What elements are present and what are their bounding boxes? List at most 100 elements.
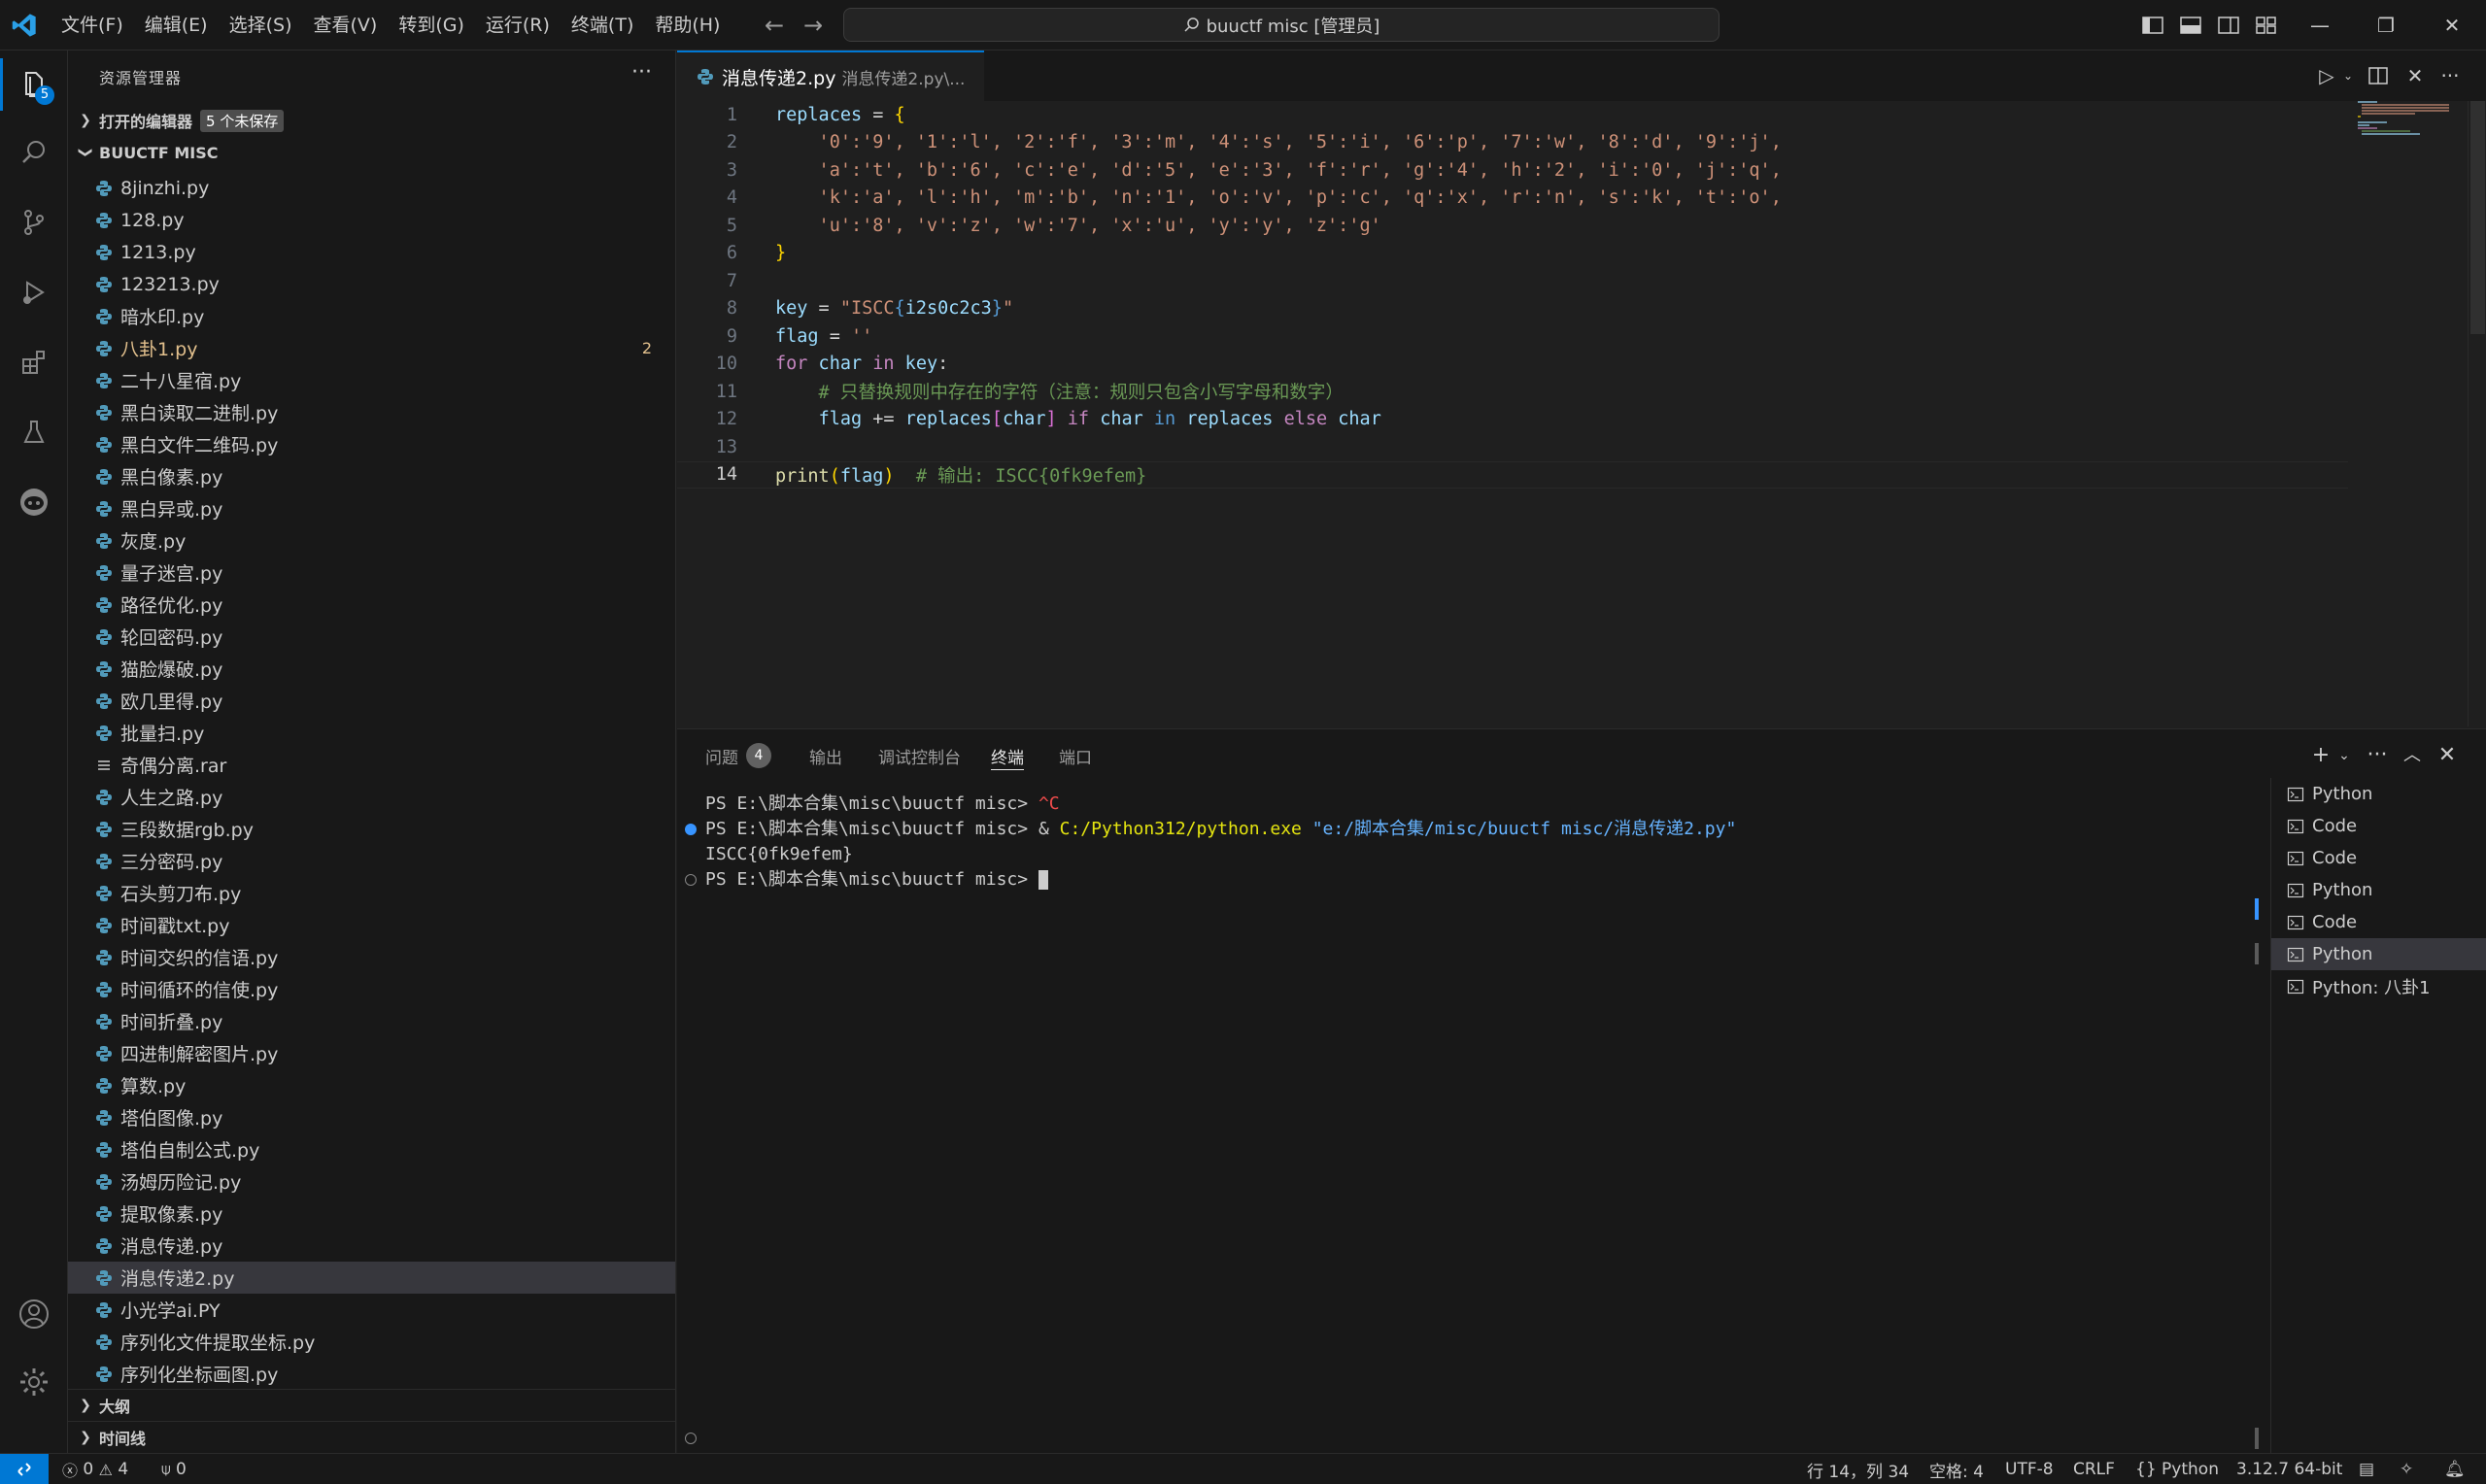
terminal-instance[interactable]: Code [2271,842,2486,874]
back-arrow-icon[interactable]: ← [762,13,787,38]
outline-header[interactable]: ❯ 大纲 [68,1389,675,1420]
file-item[interactable]: 人生之路.py [68,781,675,813]
file-item[interactable]: 消息传递2.py [68,1262,675,1294]
file-item[interactable]: 黑白读取二进制.py [68,396,675,428]
tab-output[interactable]: 输出 [809,729,842,782]
close-tab-icon[interactable]: ✕ [2402,63,2428,88]
file-item[interactable]: 1213.py [68,236,675,268]
terminal-instance[interactable]: Code [2271,906,2486,938]
python-env-icon[interactable]: ▤ [2359,1454,2374,1484]
extensions-button[interactable] [0,328,68,396]
command-decoration-empty[interactable] [685,1433,697,1444]
run-debug-button[interactable] [0,258,68,326]
terminal-instance[interactable]: Python [2271,938,2486,970]
close-window-button[interactable]: ✕ [2425,0,2479,51]
split-editor-icon[interactable] [2366,63,2391,88]
explorer-button[interactable]: 5 [0,51,68,118]
file-item[interactable]: 四进制解密图片.py [68,1037,675,1069]
source-control-button[interactable] [0,188,68,256]
editor-scrollbar[interactable] [2468,101,2486,726]
terminal-dropdown-icon[interactable]: ⌄ [2333,744,2356,767]
close-panel-icon[interactable]: ✕ [2435,744,2459,767]
file-item[interactable]: 奇偶分离.rar [68,749,675,781]
tab-ports[interactable]: 端口 [1059,729,1092,782]
terminal-instance[interactable]: Code [2271,810,2486,842]
file-item[interactable]: 批量扫.py [68,717,675,749]
file-item[interactable]: 轮回密码.py [68,621,675,653]
file-item[interactable]: 欧几里得.py [68,685,675,717]
accounts-button[interactable] [0,1280,68,1348]
tab-problems[interactable]: 问题 4 [705,729,771,782]
file-item[interactable]: 二十八星宿.py [68,364,675,396]
menu-go[interactable]: 转到(G) [388,0,475,51]
file-item[interactable]: 8jinzhi.py [68,172,675,204]
tab-debug-console[interactable]: 调试控制台 [878,729,961,782]
encoding[interactable]: UTF-8 [2005,1454,2054,1484]
file-item[interactable]: 三段数据rgb.py [68,813,675,845]
file-item[interactable]: 黑白文件二维码.py [68,428,675,460]
menu-view[interactable]: 查看(V) [303,0,389,51]
file-item[interactable]: 石头剪刀布.py [68,877,675,909]
toggle-primary-sidebar-icon[interactable] [2140,13,2165,38]
command-decoration-success[interactable] [685,824,697,835]
menu-run[interactable]: 运行(R) [475,0,561,51]
menu-edit[interactable]: 编辑(E) [134,0,219,51]
editor-more-icon[interactable]: ··· [2437,63,2463,88]
file-item[interactable]: 123213.py [68,268,675,300]
terminal-instance[interactable]: Python [2271,874,2486,906]
file-item[interactable]: 128.py [68,204,675,236]
run-dropdown-icon[interactable]: ⌄ [2335,63,2361,88]
testing-button[interactable] [0,398,68,466]
problems-status[interactable]: ⓧ 0 ⚠ 4 [62,1454,128,1484]
file-item[interactable]: 算数.py [68,1069,675,1101]
file-item[interactable]: 序列化文件提取坐标.py [68,1326,675,1358]
terminal-instance[interactable]: Python: 八卦1 [2271,970,2486,1002]
tab-active-file[interactable]: 消息传递2.py 消息传递2.py\... [677,51,985,101]
customize-layout-icon[interactable] [2254,13,2279,38]
file-item[interactable]: 八卦1.py 2 [68,332,675,364]
remote-indicator[interactable] [0,1453,49,1484]
menu-terminal[interactable]: 终端(T) [561,0,644,51]
restore-button[interactable]: ❐ [2359,0,2413,51]
file-item[interactable]: 汤姆历险记.py [68,1165,675,1197]
toggle-secondary-sidebar-icon[interactable] [2216,13,2241,38]
menu-file[interactable]: 文件(F) [51,0,134,51]
line-ending[interactable]: CRLF [2073,1454,2115,1484]
file-item[interactable]: 序列化坐标画图.py [68,1358,675,1390]
panel-more-icon[interactable]: ··· [2366,744,2389,767]
file-item[interactable]: 量子迷宫.py [68,556,675,589]
minimap[interactable] [2358,101,2465,140]
file-item[interactable]: 时间交织的信语.py [68,941,675,973]
file-item[interactable]: 小光学ai.PY [68,1294,675,1326]
search-button[interactable] [0,118,68,186]
copilot-status-icon[interactable]: ✧ [2400,1454,2413,1484]
timeline-header[interactable]: ❯ 时间线 [68,1421,675,1452]
code-editor[interactable]: 1 replaces = { 2 '0':'9', '1':'l', '2':'… [677,101,2465,726]
file-item[interactable]: 三分密码.py [68,845,675,877]
toggle-panel-icon[interactable] [2178,13,2203,38]
file-item[interactable]: 时间戳txt.py [68,909,675,941]
indentation[interactable]: 空格: 4 [1929,1454,1984,1484]
notifications-bell-icon[interactable]: 🔔︎ [2444,1454,2466,1484]
folder-header[interactable]: ❯ BUUCTF MISC [68,137,675,168]
github-copilot-button[interactable] [0,468,68,536]
file-item[interactable]: 猫脸爆破.py [68,653,675,685]
terminal-output[interactable]: PS E:\脚本合集\misc\buuctf misc> ^C PS E:\脚本… [677,792,2251,1452]
file-item[interactable]: 时间折叠.py [68,1005,675,1037]
more-actions-icon[interactable]: ··· [631,60,652,84]
file-item[interactable]: 消息传递.py [68,1230,675,1262]
new-terminal-icon[interactable]: + [2309,744,2333,767]
file-item[interactable]: 时间循环的信使.py [68,973,675,1005]
manage-button[interactable] [0,1348,68,1416]
cursor-position[interactable]: 行 14，列 34 [1807,1454,1909,1484]
open-editors-header[interactable]: ❯ 打开的编辑器 5 个未保存 [68,105,675,136]
terminal-scrollbar[interactable] [2251,792,2265,1452]
ports-status[interactable]: ⍦ 0 [161,1454,187,1484]
file-item[interactable]: 灰度.py [68,524,675,556]
file-item[interactable]: 塔伯自制公式.py [68,1133,675,1165]
language-mode[interactable]: {} Python [2135,1454,2219,1484]
file-item[interactable]: 提取像素.py [68,1197,675,1230]
maximize-panel-icon[interactable]: ︿ [2401,744,2424,767]
command-center[interactable]: buuctf misc [管理员] [843,8,1720,42]
menu-help[interactable]: 帮助(H) [644,0,731,51]
